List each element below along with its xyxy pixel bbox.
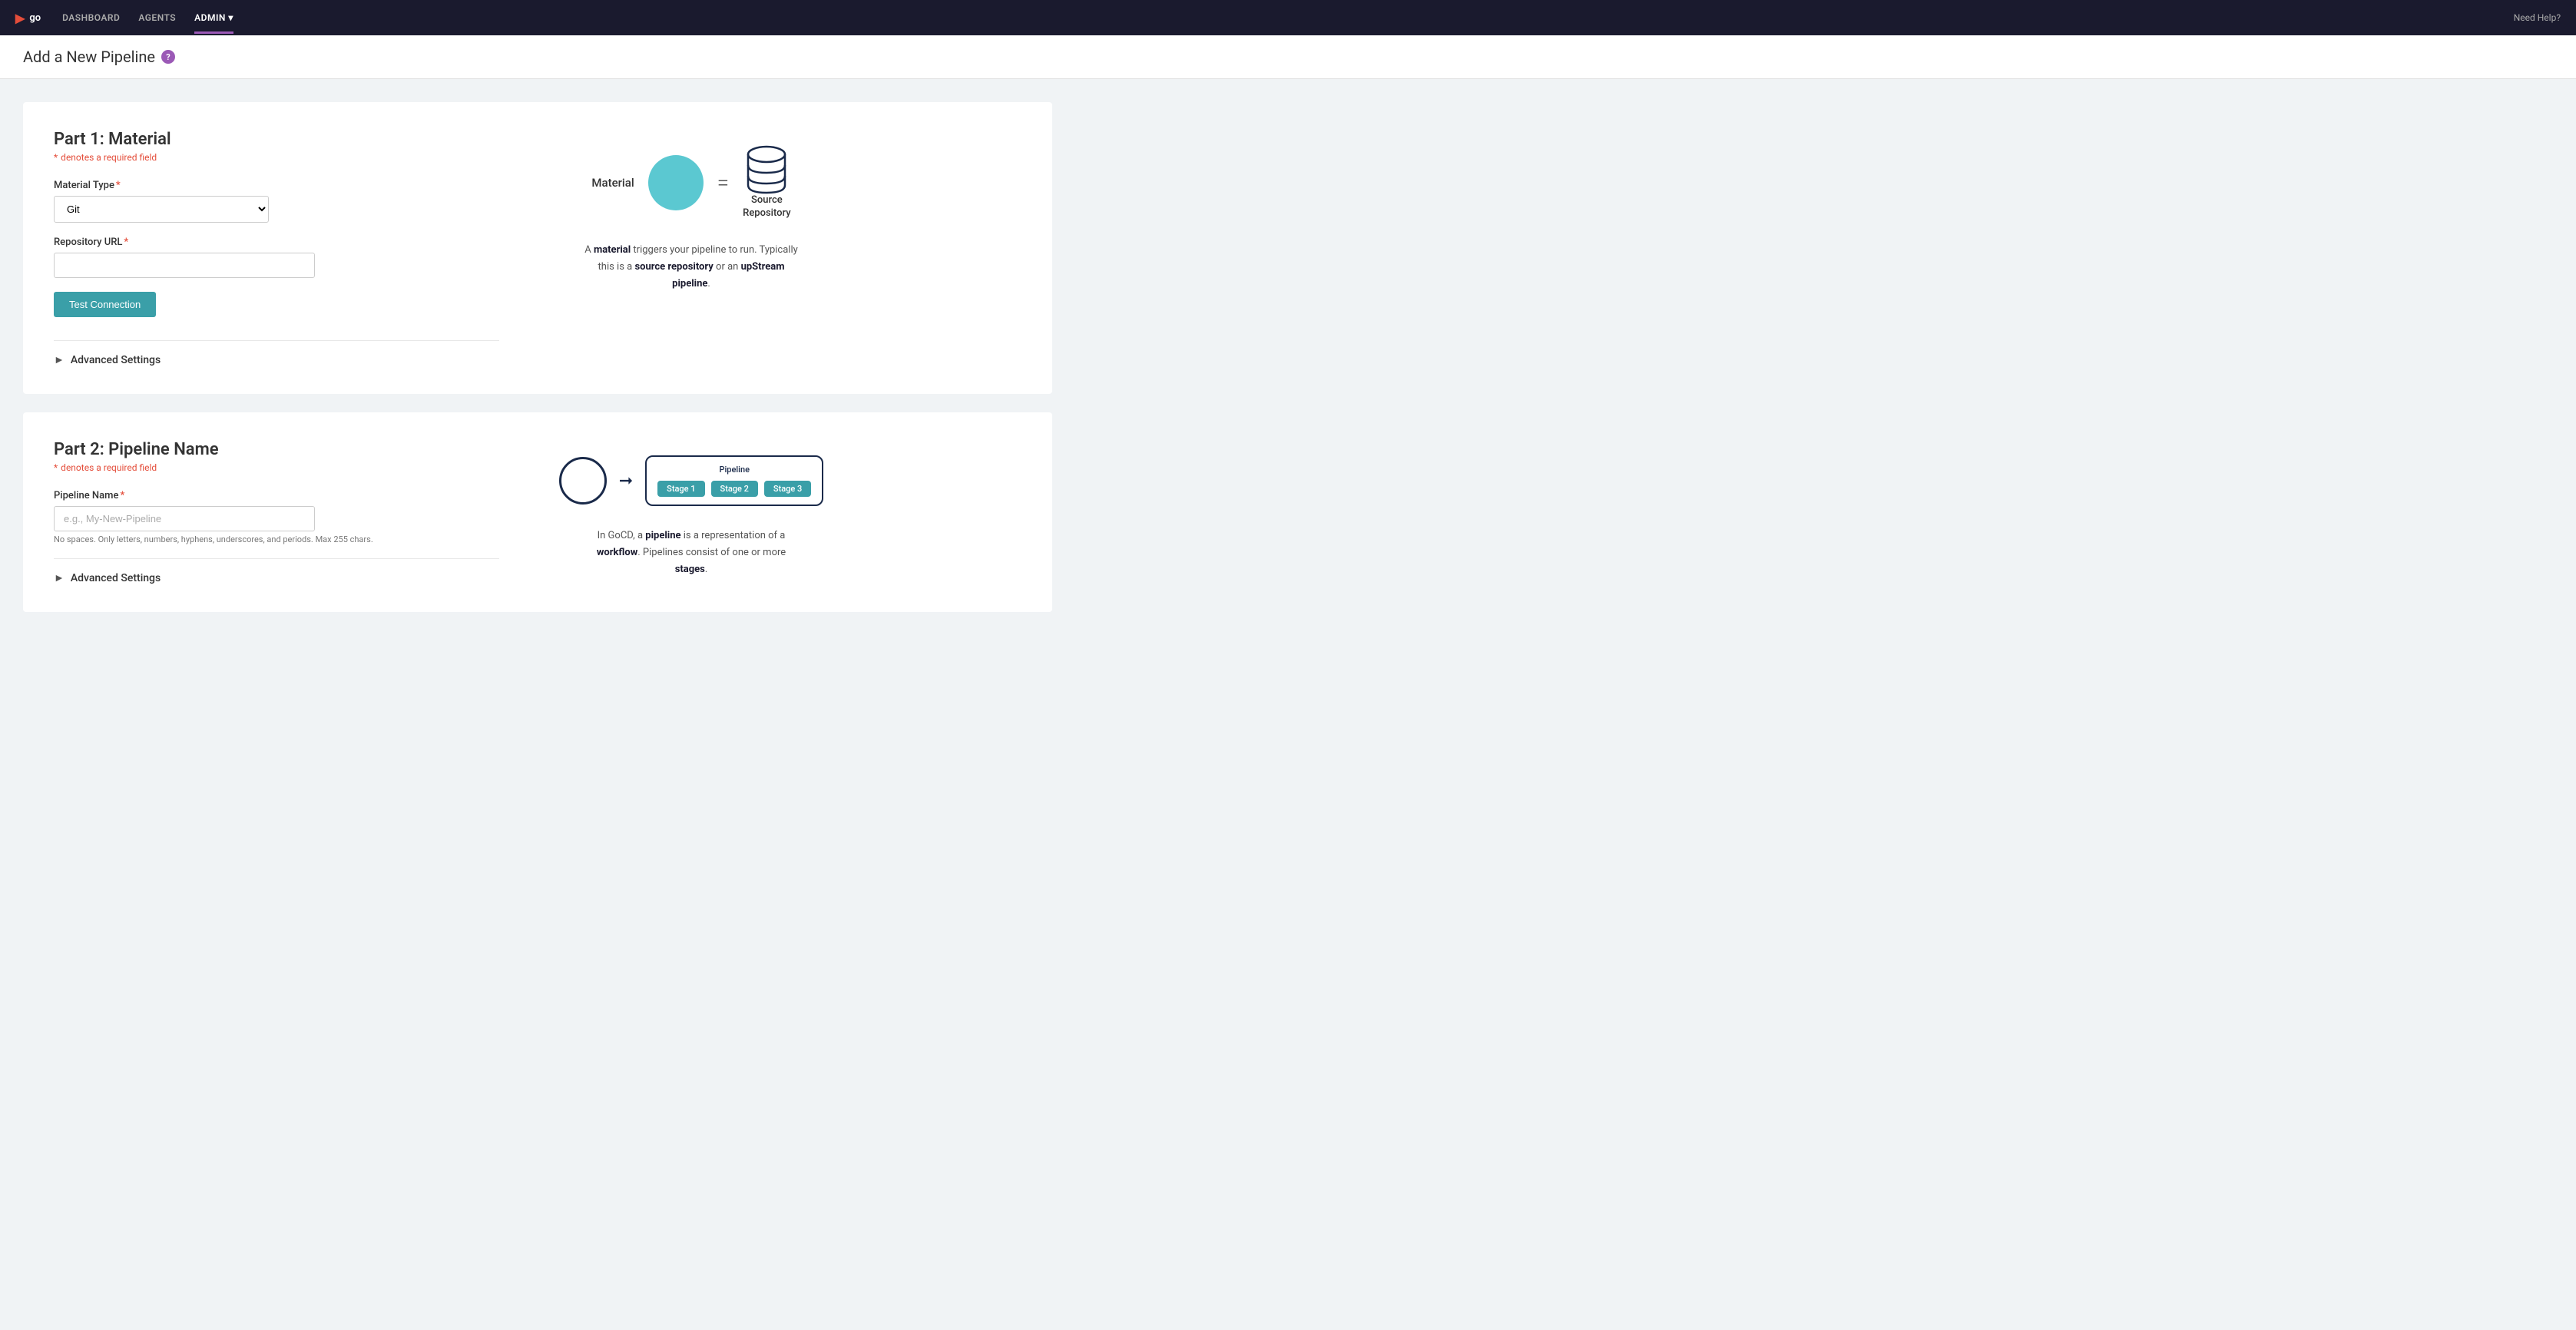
pipeline-trigger-circle: [559, 457, 607, 505]
brand-play-icon: ▶: [15, 11, 25, 25]
nav-dashboard[interactable]: DASHBOARD: [62, 2, 120, 34]
database-icon: [745, 145, 788, 194]
material-diagram-label: Material: [591, 176, 634, 190]
page-title: Add a New Pipeline: [23, 48, 155, 66]
pipeline-diagram: ➞ Pipeline Stage 1 Stage 2 Stage 3: [559, 455, 824, 506]
part2-required-note: denotes a required field: [54, 462, 499, 473]
part1-diagram: Material = SourceRepository A material t…: [545, 130, 837, 293]
part2-diagram: ➞ Pipeline Stage 1 Stage 2 Stage 3 In Go…: [545, 440, 837, 578]
pipeline-arrow-icon: ➞: [619, 471, 633, 491]
required-star-repo-url: *: [124, 237, 128, 248]
brand-logo[interactable]: ▶ go: [15, 11, 41, 25]
brand-name: go: [29, 12, 41, 24]
part1-card: Part 1: Material denotes a required fiel…: [23, 102, 1052, 394]
part2-diagram-description: In GoCD, a pipeline is a representation …: [584, 528, 799, 578]
nav-agents[interactable]: AGENTS: [138, 2, 176, 34]
page-help-icon[interactable]: ?: [161, 50, 175, 64]
part1-required-note: denotes a required field: [54, 152, 499, 163]
part1-title: Part 1: Material: [54, 130, 499, 149]
material-type-select[interactable]: Git Subversion Mercurial Team Foundation…: [54, 196, 269, 223]
main-content: Part 1: Material denotes a required fiel…: [0, 79, 1075, 653]
pipeline-box-title: Pipeline: [657, 465, 811, 475]
required-star-material-type: *: [116, 180, 121, 191]
page-header: Add a New Pipeline ?: [0, 35, 2576, 79]
part1-divider: [54, 340, 499, 341]
chevron-right-icon-2: ►: [54, 571, 65, 584]
test-connection-button[interactable]: Test Connection: [54, 292, 156, 317]
part1-form: Part 1: Material denotes a required fiel…: [54, 130, 499, 366]
pipeline-stages: Stage 1 Stage 2 Stage 3: [657, 481, 811, 497]
material-diagram: Material = SourceRepository: [591, 145, 790, 220]
part2-card: Part 2: Pipeline Name denotes a required…: [23, 412, 1052, 612]
stage-1-badge: Stage 1: [657, 481, 704, 497]
material-type-label: Material Type *: [54, 180, 499, 191]
nav-links: DASHBOARD AGENTS ADMIN ▾: [62, 2, 2492, 34]
chevron-down-icon: ▾: [228, 12, 233, 23]
part2-divider: [54, 558, 499, 559]
required-star-pipeline-name: *: [120, 490, 124, 501]
pipeline-name-input[interactable]: [54, 506, 315, 531]
source-repo-label: SourceRepository: [743, 194, 790, 220]
pipeline-name-hint: No spaces. Only letters, numbers, hyphen…: [54, 534, 499, 544]
nav-admin[interactable]: ADMIN ▾: [194, 2, 233, 34]
need-help-link[interactable]: Need Help?: [2514, 12, 2561, 23]
part2-advanced-settings-toggle[interactable]: ► Advanced Settings: [54, 571, 499, 584]
chevron-right-icon: ►: [54, 353, 65, 366]
source-repo-diagram: SourceRepository: [743, 145, 790, 220]
material-circle-icon: [648, 155, 704, 210]
pipeline-name-label: Pipeline Name *: [54, 490, 499, 501]
navbar: ▶ go DASHBOARD AGENTS ADMIN ▾ Need Help?: [0, 0, 2576, 35]
equals-sign: =: [717, 170, 730, 195]
repo-url-input[interactable]: [54, 253, 315, 278]
stage-3-badge: Stage 3: [764, 481, 811, 497]
part2-title: Part 2: Pipeline Name: [54, 440, 499, 459]
part2-form: Part 2: Pipeline Name denotes a required…: [54, 440, 499, 584]
part1-advanced-settings-toggle[interactable]: ► Advanced Settings: [54, 353, 499, 366]
pipeline-box: Pipeline Stage 1 Stage 2 Stage 3: [645, 455, 823, 506]
repo-url-label: Repository URL *: [54, 237, 499, 248]
stage-2-badge: Stage 2: [711, 481, 758, 497]
part1-diagram-description: A material triggers your pipeline to run…: [584, 242, 799, 293]
